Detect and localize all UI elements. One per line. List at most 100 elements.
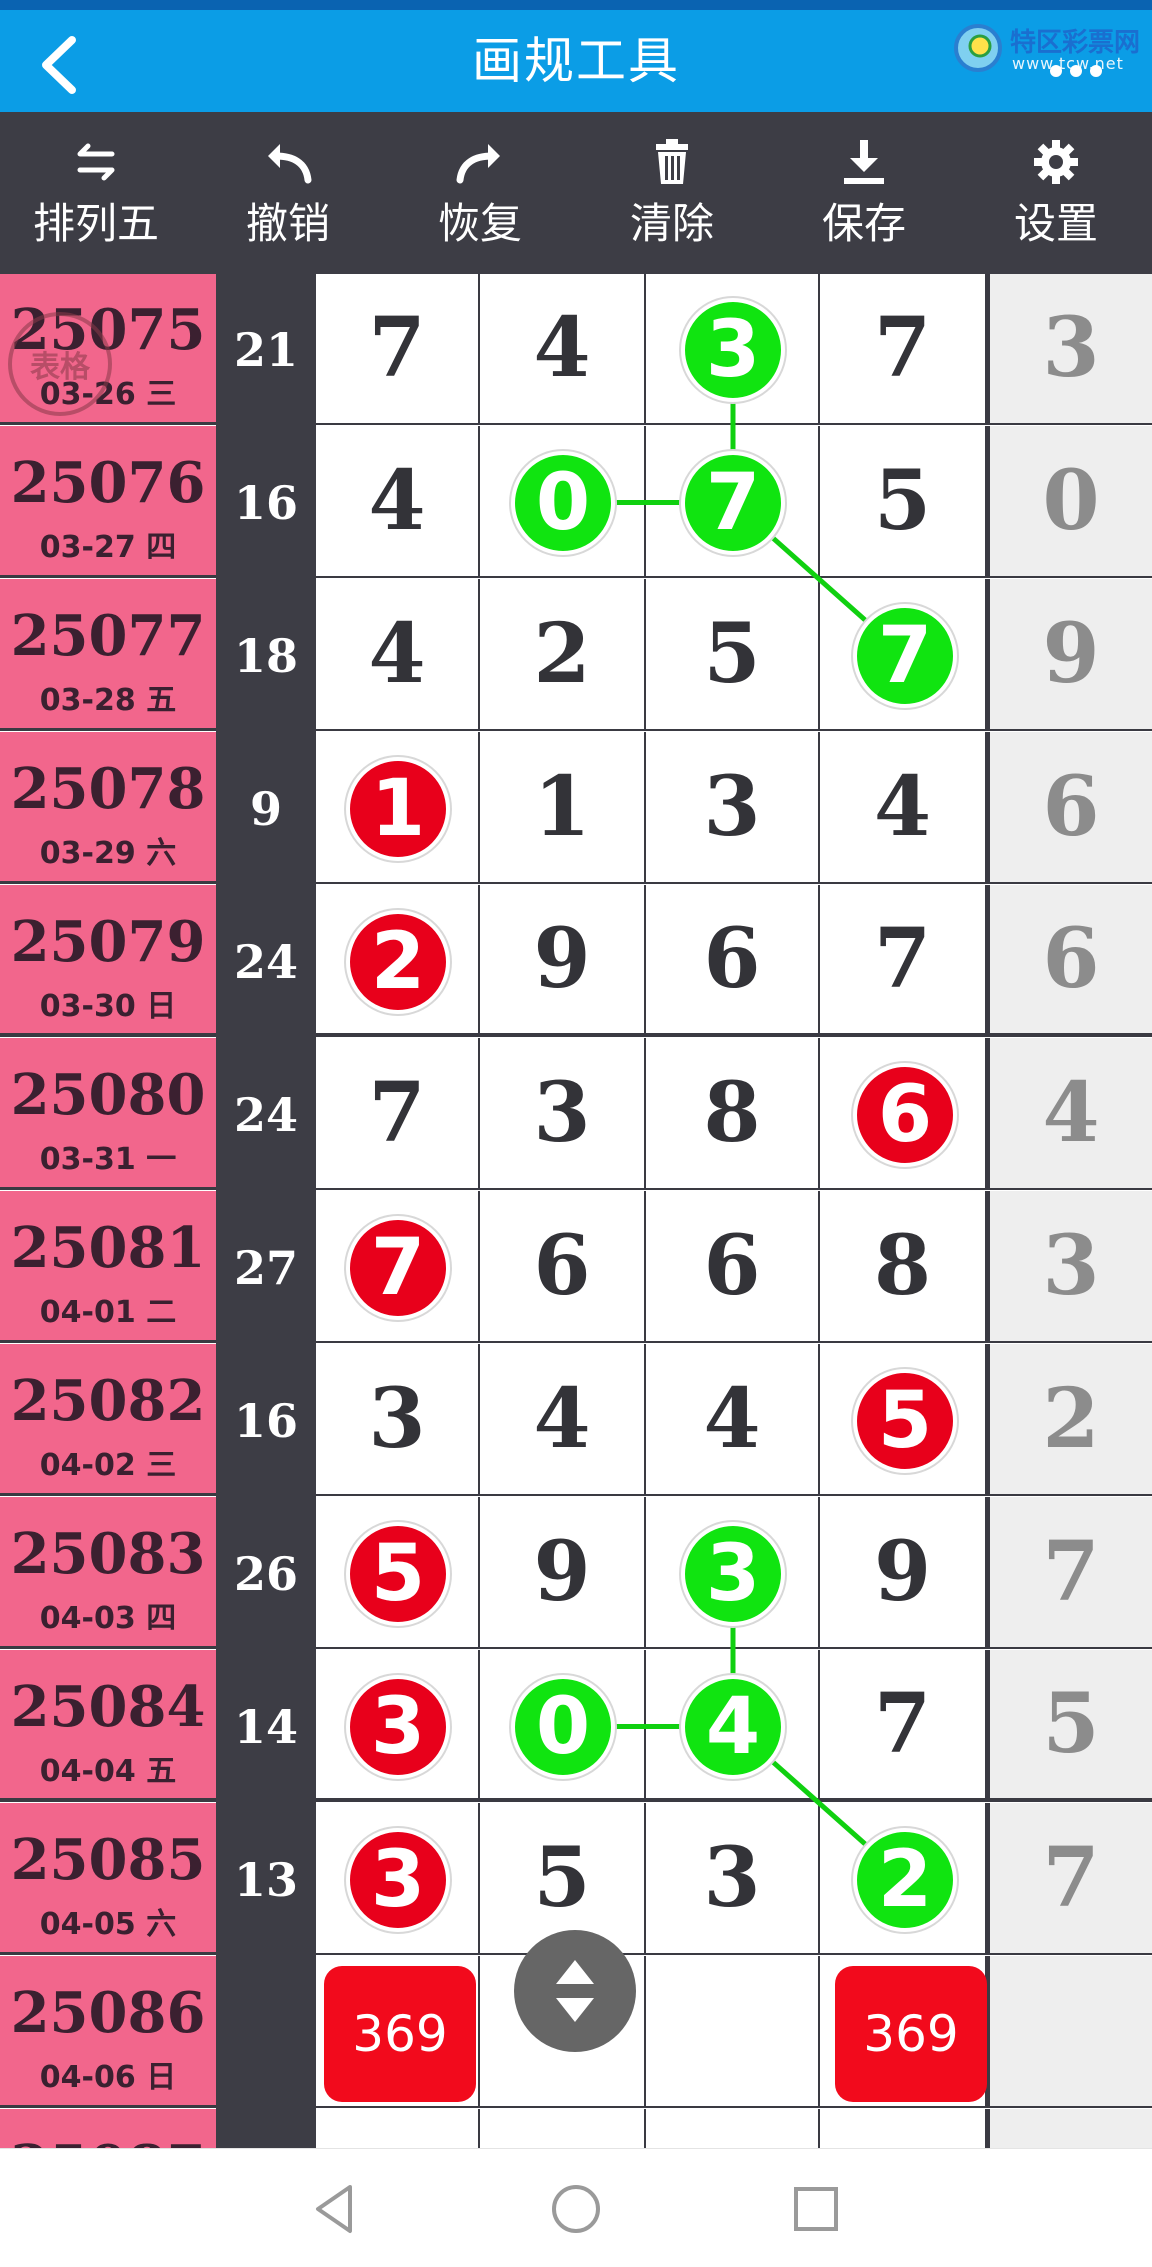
digit-cell[interactable]: 7 — [316, 1191, 480, 1343]
digit-value: 4 — [533, 300, 591, 396]
digit-cell[interactable]: 4 — [646, 1650, 820, 1802]
digit-cell[interactable]: 3 — [316, 1650, 480, 1802]
digit-cell[interactable]: 1 — [316, 732, 480, 884]
digit-cell[interactable]: 0 — [480, 426, 646, 578]
toolbar-redo-button[interactable]: 恢复 — [384, 112, 576, 274]
toolbar-undo-button[interactable]: 撤销 — [192, 112, 384, 274]
issue-cell: 25082 04-02 三 — [0, 1344, 216, 1496]
digit-cell[interactable]: 9 — [820, 1497, 990, 1649]
digit-cell[interactable]: 9 — [480, 1497, 646, 1649]
digit-cell[interactable]: 3 — [646, 274, 820, 425]
digit-cell[interactable]: 8 — [646, 1038, 820, 1190]
digit-cell[interactable]: 8 — [820, 1191, 990, 1343]
digit-cell[interactable] — [646, 2109, 820, 2148]
swap-arrows-icon — [77, 143, 115, 180]
digit-cell[interactable]: 4 — [820, 732, 990, 884]
digit-cell[interactable] — [820, 2109, 990, 2148]
digit-cell[interactable]: 7 — [820, 274, 990, 425]
digit-value: 6 — [703, 1218, 761, 1314]
issue-date: 04-03 四 — [39, 1601, 177, 1636]
trash-icon — [656, 138, 688, 184]
digit-cell[interactable]: 3 — [646, 1497, 820, 1649]
issue-cell: 25076 03-27 四 — [0, 426, 216, 578]
digit-cell[interactable] — [646, 1956, 820, 2108]
draw-grid[interactable]: 2507503-26 三21743732507603-27 四164075025… — [0, 274, 1152, 2148]
digit-value: 3 — [533, 1065, 591, 1161]
digit-value: 7 — [368, 300, 426, 396]
prediction-button[interactable]: 369 — [324, 1966, 476, 2102]
digit-cell[interactable]: 3 — [646, 732, 820, 884]
issue-number: 25083 — [10, 1521, 206, 1587]
toolbar-save-button[interactable]: 保存 — [768, 112, 960, 274]
issue-number: 25078 — [10, 756, 206, 822]
undo-icon — [268, 143, 312, 183]
digit-cell[interactable]: 3 — [646, 1803, 820, 1955]
digit-cell[interactable]: 3 — [316, 1344, 480, 1496]
digit-value: 4 — [533, 1371, 591, 1467]
digit-cell[interactable]: 4 — [316, 579, 480, 731]
fifth-digit-cell: 3 — [990, 1191, 1152, 1343]
digit-cell[interactable]: 3 — [480, 1038, 646, 1190]
issue-date: 04-05 六 — [39, 1907, 177, 1942]
digit-cell[interactable]: 4 — [480, 274, 646, 425]
issue-cell: 25080 03-31 一 — [0, 1038, 216, 1190]
table-row: 25087 — [0, 2109, 1152, 2148]
digit-cell[interactable]: 4 — [646, 1344, 820, 1496]
prediction-button[interactable]: 369 — [835, 1966, 987, 2102]
back-button[interactable] — [28, 30, 98, 100]
digit-cell[interactable]: 3 — [316, 1803, 480, 1955]
digit-cell[interactable]: 2 — [820, 1803, 990, 1955]
nav-home-circle-icon[interactable] — [546, 2179, 606, 2239]
toolbar-lottery-type-button[interactable]: 排列五 — [0, 112, 192, 274]
digit-value: 5 — [1042, 1676, 1100, 1772]
fifth-digit-cell: 3 — [990, 274, 1152, 425]
digit-cell[interactable]: 7 — [646, 426, 820, 578]
more-options-button[interactable] — [1050, 62, 1120, 82]
digit-value: 7 — [873, 1676, 932, 1772]
digit-cell[interactable]: 5 — [316, 1497, 480, 1649]
digit-cell[interactable]: 7 — [820, 1650, 990, 1802]
digit-cell[interactable]: 7 — [820, 579, 990, 731]
digit-cell[interactable] — [480, 2109, 646, 2148]
table-row: 2508104-01 二2776683 — [0, 1191, 1152, 1344]
digit-cell[interactable]: 6 — [820, 1038, 990, 1190]
digit-cell[interactable]: 4 — [316, 426, 480, 578]
nav-back-triangle-icon[interactable] — [306, 2179, 366, 2239]
sum-value: 16 — [216, 1344, 316, 1497]
digit-cell[interactable]: 7 — [316, 1038, 480, 1190]
digit-cell[interactable]: 7 — [316, 274, 480, 425]
sum-value: 24 — [216, 1038, 316, 1191]
fifth-digit-cell: 5 — [990, 1650, 1152, 1802]
digit-cell[interactable]: 4 — [480, 1344, 646, 1496]
sum-value — [216, 1956, 316, 2109]
digit-cell[interactable]: 1 — [480, 732, 646, 884]
fifth-digit-cell — [990, 1956, 1152, 2108]
digit-value: 7 — [1042, 1830, 1100, 1926]
toolbar-label: 清除 — [629, 198, 714, 248]
digit-cell[interactable]: 2 — [316, 885, 480, 1037]
issue-date: 03-30 日 — [39, 989, 177, 1024]
digit-cell[interactable]: 9 — [480, 885, 646, 1037]
scroll-toggle-button[interactable] — [514, 1930, 636, 2052]
toolbar-settings-button[interactable]: 设置 — [960, 112, 1152, 274]
digit-cell[interactable]: 2 — [480, 579, 646, 731]
digit-cell[interactable]: 5 — [646, 579, 820, 731]
digit-cell[interactable]: 5 — [820, 426, 990, 578]
digit-cell[interactable]: 7 — [820, 885, 990, 1037]
up-down-arrows-icon — [556, 1960, 594, 2022]
table-row: 2508204-02 三1634452 — [0, 1344, 1152, 1497]
digit-cell[interactable]: 5 — [820, 1344, 990, 1496]
digit-cell[interactable]: 6 — [480, 1191, 646, 1343]
sum-value: 14 — [216, 1650, 316, 1803]
nav-recents-square-icon[interactable] — [786, 2179, 846, 2239]
digit-cell[interactable]: 6 — [646, 1191, 820, 1343]
sum-value: 27 — [216, 1191, 316, 1344]
issue-cell: 25087 — [0, 2109, 216, 2148]
digit-cell[interactable] — [316, 2109, 480, 2148]
digit-value: 1 — [533, 759, 591, 855]
toolbar-clear-button[interactable]: 清除 — [576, 112, 768, 274]
digit-value: 3 — [1042, 1218, 1100, 1314]
download-icon — [844, 139, 884, 184]
digit-cell[interactable]: 6 — [646, 885, 820, 1037]
digit-cell[interactable]: 0 — [480, 1650, 646, 1802]
